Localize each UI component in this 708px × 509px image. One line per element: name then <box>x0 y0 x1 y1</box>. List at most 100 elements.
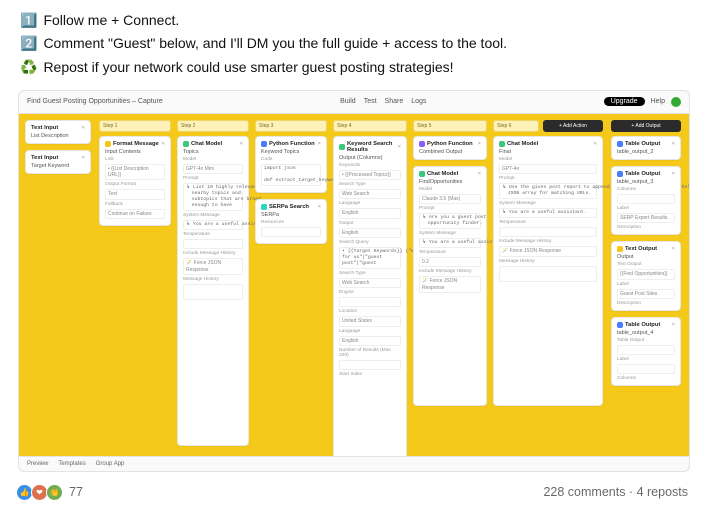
input-card-list-description[interactable]: Text Input× List Description <box>25 120 91 144</box>
temp-field[interactable] <box>499 227 597 237</box>
msgh-field[interactable] <box>183 284 243 301</box>
close-icon[interactable]: × <box>672 141 675 147</box>
out-title: Table Output <box>625 141 660 147</box>
label-field[interactable]: SERP Export Results <box>617 213 675 223</box>
close-icon[interactable]: × <box>478 171 481 177</box>
label-field[interactable]: Guest Post Sites <box>617 289 675 299</box>
close-icon[interactable]: × <box>594 141 597 147</box>
ai-badge[interactable]: 🪄 Force JSON Response <box>499 246 597 256</box>
add-action-button[interactable]: + Add Action <box>543 120 603 132</box>
ai-badge[interactable]: 🪄 Force JSON Response <box>419 276 481 293</box>
node-serpa-search[interactable]: SERPa Search× SERPa Resources <box>255 199 327 244</box>
output-table-3[interactable]: Table Output× table_output_3 Columns Lab… <box>611 166 681 236</box>
close-icon[interactable]: × <box>672 246 675 252</box>
nres-field[interactable] <box>339 360 401 370</box>
search-icon <box>339 144 345 150</box>
lbl-sys: System Message <box>419 231 481 236</box>
tab-share[interactable]: Share <box>385 98 404 105</box>
node-sub: Final <box>499 149 597 155</box>
to-field[interactable] <box>617 345 675 355</box>
sq-field[interactable]: • {{Target Keywords}} ("write for us"|"g… <box>339 247 401 269</box>
output-text[interactable]: Text Output× Output Text Output {{Find O… <box>611 241 681 311</box>
res-field[interactable] <box>261 227 321 237</box>
link-field[interactable]: • {{List Description URL}} <box>105 164 165 181</box>
output-table-2[interactable]: Table Output× table_output_2 <box>611 136 681 160</box>
model-field[interactable]: GPT-4o <box>499 164 597 174</box>
loc-field[interactable]: United States <box>339 316 401 326</box>
node-chat-final[interactable]: Chat Model× Final Model GPT-4o Prompt ↳ … <box>493 136 603 406</box>
to-field[interactable]: {{Find Opportunities}} <box>617 269 675 279</box>
close-icon[interactable]: × <box>82 155 85 161</box>
lbl-model: Model <box>183 157 243 162</box>
lbl-msgh: Message History <box>183 277 243 282</box>
sys-field[interactable]: ↳ You are a useful assistant. <box>419 238 481 248</box>
reaction-count[interactable]: 77 <box>69 485 83 499</box>
lang2-field[interactable]: English <box>339 336 401 346</box>
node-python-combined-output[interactable]: Python Function× Combined Output <box>413 136 487 160</box>
close-icon[interactable]: × <box>398 144 401 150</box>
node-chat-find-opportunities[interactable]: Chat Model× FindOpportunities Model Clau… <box>413 166 487 406</box>
close-icon[interactable]: × <box>82 125 85 131</box>
stype2-field[interactable]: Web Search <box>339 278 401 288</box>
temp-field[interactable]: 0.2 <box>419 257 481 267</box>
close-icon[interactable]: × <box>240 141 243 147</box>
post-line-3: Repost if your network could use smarter… <box>43 57 453 77</box>
lbl-prompt: Prompt <box>183 176 243 181</box>
of-field[interactable]: Text <box>105 189 165 199</box>
tab-logs[interactable]: Logs <box>411 98 426 105</box>
model-field[interactable]: Claude 3.5 (Max) <box>419 194 481 204</box>
engine-field[interactable] <box>339 297 401 307</box>
comments-link[interactable]: 228 comments <box>543 485 625 499</box>
out-field[interactable]: English <box>339 228 401 238</box>
node-keyword-search-results[interactable]: Keyword Search Results× Output (Columns)… <box>333 136 407 466</box>
reposts-link[interactable]: 4 reposts <box>637 485 688 499</box>
app-bottombar: Preview Templates Group App <box>19 456 689 471</box>
lbl-msgh: Message History <box>499 259 597 264</box>
avatar[interactable] <box>671 97 681 107</box>
bullet-2: 2️⃣ <box>20 33 37 53</box>
sys-field[interactable]: ↳ You are a useful assistant. <box>183 220 243 230</box>
tab-build[interactable]: Build <box>340 98 356 105</box>
kw-field[interactable]: • {{Processed Topics}} <box>339 170 401 180</box>
reactions[interactable]: 👍 ❤ 👏 77 <box>20 484 83 501</box>
upgrade-button[interactable]: Upgrade <box>604 97 645 106</box>
close-icon[interactable]: × <box>478 141 481 147</box>
label-field[interactable] <box>617 364 675 374</box>
bottombar-templates[interactable]: Templates <box>58 461 85 467</box>
add-output-button[interactable]: + Add Output <box>611 120 681 132</box>
input-b-name: Target Keyword <box>31 163 85 169</box>
lbl-of: Output Format <box>105 182 165 187</box>
node-python-keyword-topics[interactable]: Python Function× Keyword Topics Code imp… <box>255 136 327 193</box>
ai-badge[interactable]: 🪄 Force JSON Response <box>183 258 243 275</box>
close-icon[interactable]: × <box>318 141 321 147</box>
code-field[interactable]: import json def extract_target_keywords( <box>261 164 321 186</box>
help-label[interactable]: Help <box>651 98 665 105</box>
node-chat-model-topics[interactable]: Chat Model× Topics Model GPT-4o Mini Pro… <box>177 136 249 446</box>
model-field[interactable]: GPT-4o Mini <box>183 164 243 174</box>
tab-test[interactable]: Test <box>364 98 377 105</box>
prompt-field[interactable]: ↳ List 10 highly relevant nearby topics … <box>183 183 243 211</box>
prompt-field[interactable]: ↳ Are you a guest post opportunity finde… <box>419 213 481 229</box>
stype-field[interactable]: Web Search <box>339 189 401 199</box>
node-format-message[interactable]: Format Message× Input Contents Link • {{… <box>99 136 171 226</box>
input-card-target-keyword[interactable]: Text Input× Target Keyword <box>25 150 91 174</box>
close-icon[interactable]: × <box>672 322 675 328</box>
lang-field[interactable]: English <box>339 208 401 218</box>
lbl-model: Model <box>419 187 481 192</box>
output-table-4[interactable]: Table Output× table_output_4 Table Outpu… <box>611 317 681 387</box>
prompt-field[interactable]: ↳ Use the given post report to append 4 … <box>499 183 597 199</box>
msgh-field[interactable] <box>499 266 597 283</box>
embedded-screenshot[interactable]: Find Guest Posting Opportunities – Captu… <box>18 90 690 472</box>
sys-field[interactable]: ↳ You are a useful assistant. <box>499 208 597 218</box>
bottombar-group-app[interactable]: Group App <box>96 461 125 467</box>
temp-field[interactable] <box>183 239 243 249</box>
fb-field[interactable]: Continue on Failure <box>105 209 165 219</box>
close-icon[interactable]: × <box>318 204 321 210</box>
close-icon[interactable]: × <box>672 171 675 177</box>
close-icon[interactable]: × <box>162 141 165 147</box>
serpa-icon <box>261 204 267 210</box>
table-icon <box>617 171 623 177</box>
cols-field[interactable] <box>617 194 675 204</box>
workflow-canvas[interactable]: Text Input× List Description Text Input×… <box>19 114 689 472</box>
bottombar-preview[interactable]: Preview <box>27 461 48 467</box>
